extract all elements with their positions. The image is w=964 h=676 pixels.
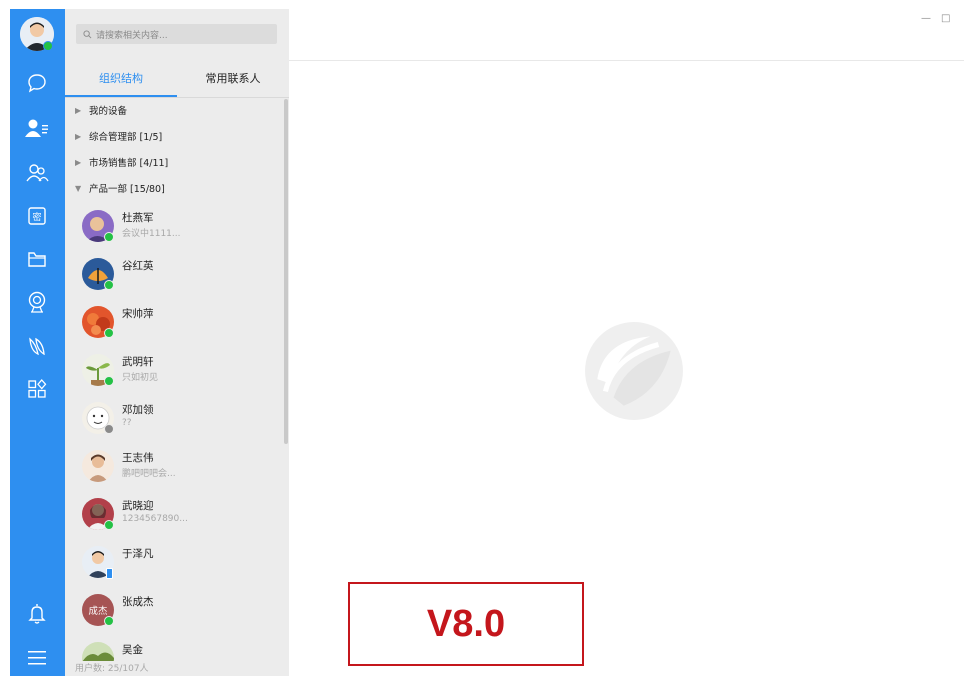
apps-icon[interactable] [23,375,51,403]
group-label: 我的设备 [89,106,128,117]
header-divider [289,60,964,61]
caret-right-icon: ▶ [75,157,82,167]
tab-bar: 组织结构 常用联系人 [65,67,289,97]
camera-icon[interactable] [23,288,51,316]
tab-common-label: 常用联系人 [205,72,261,85]
tree-group-sales[interactable]: ▶ 市场销售部 [4/11] [75,153,168,171]
contact-item[interactable]: 武晓迎 1234567890... [82,493,277,541]
group-label: 产品一部 [15/80] [89,184,165,195]
version-badge: V8.0 [348,582,584,666]
maximize-button[interactable]: □ [941,13,950,24]
svg-text:密: 密 [32,211,41,223]
contact-item[interactable]: 于泽凡 [82,541,277,589]
avatar [82,450,114,482]
contact-name: 武晓迎 [122,500,154,512]
contact-item[interactable]: 宋帅萍 [82,301,277,349]
main-area: — □ V8.0 [289,9,964,676]
group-icon[interactable] [23,159,51,187]
contact-name: 邓加领 [122,404,154,416]
org-tree: ▶ 我的设备 ▶ 综合管理部 [1/5] ▶ 市场销售部 [4/11] ▼ 产品… [65,99,281,661]
app-logo-watermark [585,322,683,420]
folder-icon[interactable] [23,245,51,273]
contact-item[interactable]: 武明轩 只如初见 [82,349,277,397]
contact-name: 张成杰 [122,596,154,608]
contact-name: 杜燕军 [122,212,154,224]
contact-item[interactable]: 谷红英 [82,253,277,301]
contact-name: 于泽凡 [122,548,154,560]
version-label: V8.0 [426,602,506,645]
chat-icon[interactable] [23,69,51,97]
menu-icon[interactable] [23,644,51,672]
presence-dot [43,41,53,51]
caret-right-icon: ▶ [75,131,82,141]
contact-item[interactable]: 邓加领 ?? [82,397,277,445]
contact-name: 谷红英 [122,260,154,272]
contact-status: ?? [122,418,132,428]
tab-org-structure[interactable]: 组织结构 [65,67,177,97]
contact-status: 鹏吧吧吧会... [122,469,176,479]
presence-dot [104,376,114,386]
scrollbar[interactable] [284,99,288,444]
tree-group-admin[interactable]: ▶ 综合管理部 [1/5] [75,127,162,145]
contact-item[interactable]: 王志伟 鹏吧吧吧会... [82,445,277,493]
mobile-icon [106,568,113,579]
contact-name: 宋帅萍 [122,308,154,320]
presence-dot [104,424,114,434]
presence-dot [104,520,114,530]
contact-item[interactable]: 吴金 [82,637,277,661]
divider [65,97,289,98]
group-label: 市场销售部 [4/11] [89,158,169,169]
contact-status: 1234567890... [122,514,188,524]
tab-org-label: 组织结构 [99,72,143,85]
caret-right-icon: ▶ [75,105,82,115]
tree-group-my-devices[interactable]: ▶ 我的设备 [75,101,127,119]
tree-group-product-one[interactable]: ▼ 产品一部 [15/80] [75,179,165,197]
user-count: 用户数: 25/107人 [75,664,149,674]
caret-down-icon: ▼ [75,183,82,193]
contact-status: 只如初见 [122,373,159,383]
app-window: 密 请搜索相关内容... 组织结构 常用联系人 ▶ 我的设备 ▶ 综合管理部 [… [0,0,964,676]
contact-name: 武明轩 [122,356,154,368]
presence-dot [104,328,114,338]
nav-rail: 密 [10,9,65,676]
secret-icon[interactable]: 密 [23,202,51,230]
contacts-panel: 请搜索相关内容... 组织结构 常用联系人 ▶ 我的设备 ▶ 综合管理部 [1/… [65,9,289,676]
minimize-button[interactable]: — [921,13,931,24]
avatar [82,642,114,661]
contact-status: 会议中1111... [122,229,181,239]
presence-dot [104,616,114,626]
contact-item[interactable]: 成杰 张成杰 [82,589,277,637]
tab-common-contacts[interactable]: 常用联系人 [177,67,289,97]
search-icon [83,29,92,38]
group-label: 综合管理部 [1/5] [89,132,163,143]
presence-dot [104,232,114,242]
search-input[interactable]: 请搜索相关内容... [76,24,277,44]
leaf-icon[interactable] [23,332,51,360]
bell-icon[interactable] [23,599,51,627]
contacts-icon[interactable] [23,114,51,142]
contact-name: 吴金 [122,644,143,656]
avatar-initials: 成杰 [88,606,108,617]
presence-dot [104,280,114,290]
contact-name: 王志伟 [122,452,154,464]
search-placeholder: 请搜索相关内容... [96,30,168,41]
contact-item[interactable]: 杜燕军 会议中1111... [82,205,277,253]
